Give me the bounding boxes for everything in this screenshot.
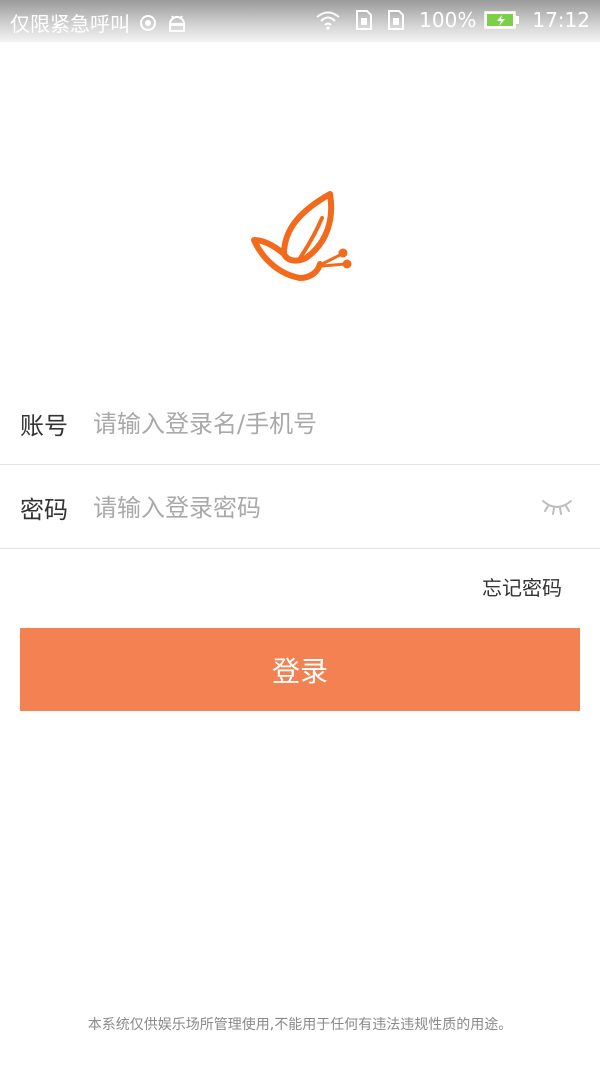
account-row: 账号 (0, 383, 600, 465)
account-label: 账号 (20, 412, 68, 440)
sim-card-icon (355, 9, 373, 31)
battery-percent: 100% (419, 8, 477, 32)
butterfly-logo-icon (248, 188, 352, 284)
password-label: 密码 (20, 496, 68, 524)
wifi-icon (315, 10, 341, 30)
carrier-text: 仅限紧急呼叫 (10, 12, 130, 36)
password-row: 密码 (0, 467, 600, 549)
clock: 17:12 (532, 8, 590, 32)
password-input[interactable] (93, 493, 513, 522)
android-debug-icon (166, 13, 188, 33)
status-right: 100% 17:12 (315, 8, 590, 32)
status-left: 仅限紧急呼叫 (10, 8, 188, 37)
eye-closed-icon[interactable] (540, 497, 574, 517)
login-button[interactable]: 登录 (20, 628, 580, 711)
sim-card-2-icon (387, 9, 405, 31)
account-input[interactable] (93, 409, 513, 438)
battery-charging-icon (484, 11, 520, 29)
footer-notice: 本系统仅供娱乐场所管理使用,不能用于任何有违法违规性质的用途。 (87, 1017, 513, 1033)
status-bar: 仅限紧急呼叫 100% 17:12 (0, 0, 600, 42)
location-icon (138, 13, 158, 33)
login-screen: 仅限紧急呼叫 100% 17:12 账号 请输入登录名/手机号 密码 忘记密码 … (0, 0, 600, 1067)
forgot-password-link[interactable]: 忘记密码 (482, 572, 562, 601)
